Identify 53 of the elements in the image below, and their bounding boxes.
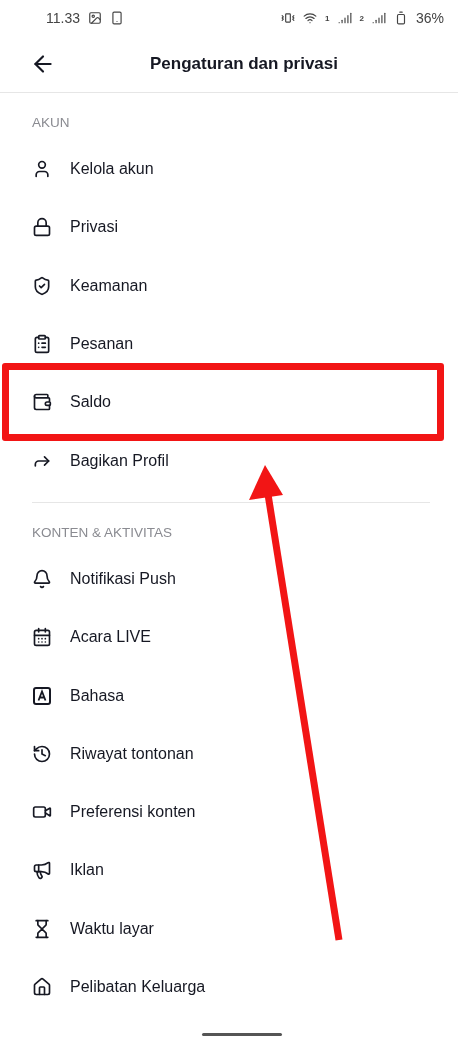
- signal-icon: [337, 11, 352, 25]
- settings-item[interactable]: Bahasa: [0, 666, 474, 725]
- section-title: AKUN: [31, 114, 71, 132]
- settings-item[interactable]: Iklan: [0, 841, 474, 900]
- calendar-icon: [32, 627, 52, 648]
- megaphone-icon: [32, 860, 52, 881]
- item-label: Bagikan Profil: [70, 451, 169, 470]
- item-label: Waktu layar: [70, 919, 154, 938]
- item-label: Notifikasi Push: [70, 569, 176, 588]
- item-label: Pesanan: [70, 335, 134, 354]
- section-title: KONTEN & AKTIVITAS: [31, 523, 174, 542]
- settings-item[interactable]: Privasi: [0, 198, 474, 257]
- sim-number: 1: [325, 13, 330, 23]
- signal-icon: [371, 11, 386, 25]
- letter-a-icon: [32, 685, 52, 706]
- settings-item[interactable]: Pelibatan Keluarga: [0, 957, 474, 1017]
- item-label: Preferensi konten: [70, 803, 196, 822]
- wifi-icon: [303, 11, 318, 25]
- house-icon: [32, 977, 52, 997]
- item-label: Privasi: [70, 218, 118, 237]
- settings-item[interactable]: Saldo: [0, 373, 474, 432]
- item-label: Saldo: [70, 393, 111, 412]
- status-time: 11.33: [46, 10, 80, 26]
- sim-number: 2: [359, 13, 364, 23]
- settings-item[interactable]: Notifikasi Push: [0, 549, 474, 609]
- settings-item[interactable]: Pesanan: [0, 314, 474, 374]
- item-label: Bahasa: [70, 686, 125, 705]
- item-label: Kelola akun: [70, 160, 154, 179]
- settings-item[interactable]: Keamanan: [0, 256, 474, 315]
- shield-check-icon: [32, 275, 52, 296]
- battery-percent: 36%: [415, 10, 444, 26]
- settings-item[interactable]: Kelola akun: [0, 140, 474, 199]
- item-label: Pelibatan Keluarga: [70, 978, 206, 996]
- history-icon: [32, 743, 52, 764]
- settings-item[interactable]: Waktu layar: [0, 899, 474, 958]
- clipboard-icon: [32, 334, 52, 355]
- settings-item[interactable]: Bagikan Profil: [0, 431, 474, 490]
- item-label: Riwayat tontonan: [70, 744, 194, 763]
- wallet-icon: [32, 392, 52, 413]
- person-icon: [32, 159, 52, 180]
- settings-item[interactable]: Acara LIVE: [0, 608, 474, 667]
- image-icon: [88, 11, 102, 25]
- item-label: Acara LIVE: [70, 628, 151, 647]
- settings-item[interactable]: Riwayat tontonan: [0, 724, 474, 783]
- settings-item[interactable]: Preferensi konten: [0, 782, 474, 842]
- phone-icon: [110, 11, 124, 25]
- bell-icon: [32, 568, 52, 589]
- hourglass-icon: [32, 918, 52, 939]
- lock-icon: [32, 217, 52, 238]
- vibrate-icon: [281, 11, 296, 25]
- page-title: Pengaturan dan privasi: [149, 54, 339, 74]
- item-label: Iklan: [70, 861, 104, 880]
- item-label: Keamanan: [70, 276, 148, 295]
